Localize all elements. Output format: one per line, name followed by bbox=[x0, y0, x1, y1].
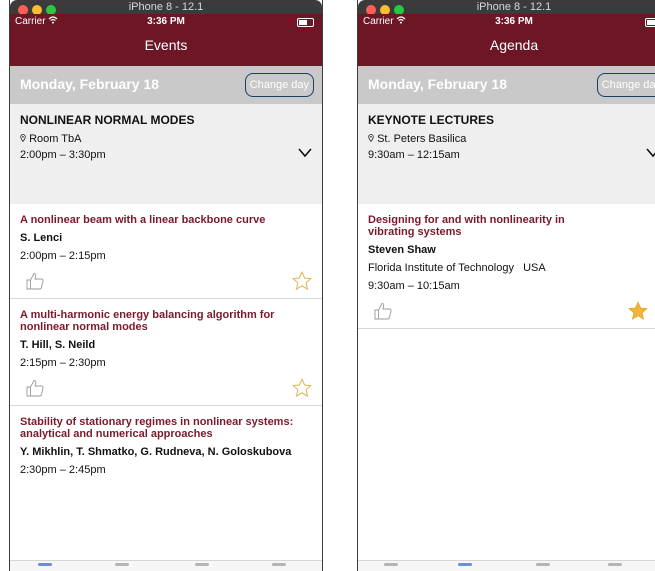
simulator-window-titlebar: iPhone 8 - 12.1 bbox=[10, 0, 322, 15]
status-bar: Carrier 3:36 PM bbox=[10, 14, 322, 30]
tab-item[interactable] bbox=[38, 563, 52, 566]
talk-time: 2:00pm – 2:15pm bbox=[20, 250, 106, 262]
session-room: St. Peters Basilica bbox=[368, 133, 646, 145]
window-title: iPhone 8 - 12.1 bbox=[476, 1, 552, 13]
star-icon[interactable] bbox=[292, 271, 312, 291]
talk-item[interactable]: A multi-harmonic energy balancing algori… bbox=[10, 299, 322, 406]
talk-title: A multi-harmonic energy balancing algori… bbox=[20, 309, 275, 333]
session-title: NONLINEAR NORMAL MODES bbox=[20, 113, 195, 127]
talk-item[interactable]: Stability of stationary regimes in nonli… bbox=[10, 406, 322, 476]
tab-item[interactable] bbox=[384, 563, 398, 566]
current-date: Monday, February 18 bbox=[368, 76, 508, 92]
window-title: iPhone 8 - 12.1 bbox=[128, 1, 204, 13]
session-header[interactable]: NONLINEAR NORMAL MODES Room TbA 2:00pm –… bbox=[10, 104, 322, 204]
session-time: 2:00pm – 3:30pm bbox=[20, 149, 106, 161]
nav-title: Agenda bbox=[358, 30, 655, 66]
talk-time: 2:15pm – 2:30pm bbox=[20, 357, 106, 369]
session-header[interactable]: KEYNOTE LECTURES St. Peters Basilica 9:3… bbox=[358, 104, 655, 204]
session-time: 9:30am – 12:15am bbox=[368, 149, 460, 161]
talk-title: A nonlinear beam with a linear backbone … bbox=[20, 214, 266, 226]
tab-item[interactable] bbox=[608, 563, 622, 566]
location-pin-icon bbox=[368, 134, 374, 143]
star-icon[interactable] bbox=[628, 301, 648, 321]
simulator-window-titlebar: iPhone 8 - 12.1 bbox=[358, 0, 655, 15]
talk-authors: T. Hill, S. Neild bbox=[20, 339, 96, 351]
session-title: KEYNOTE LECTURES bbox=[368, 113, 495, 127]
talk-authors: Y. Mikhlin, T. Shmatko, G. Rudneva, N. G… bbox=[20, 446, 292, 458]
thumbs-up-icon[interactable] bbox=[374, 302, 392, 320]
battery-icon bbox=[645, 18, 655, 27]
current-date: Monday, February 18 bbox=[20, 76, 160, 92]
tab-item[interactable] bbox=[195, 563, 209, 566]
talk-time: 2:30pm – 2:45pm bbox=[20, 464, 106, 476]
talk-authors: Steven Shaw bbox=[368, 244, 436, 256]
chevron-down-icon[interactable] bbox=[646, 148, 655, 158]
status-time: 3:36 PM bbox=[495, 16, 533, 27]
phone-simulator-events: iPhone 8 - 12.1 Carrier 3:36 PM Events M… bbox=[9, 0, 323, 571]
talk-item[interactable]: Designing for and with nonlinearity in v… bbox=[358, 204, 655, 329]
talk-title: Designing for and with nonlinearity in v… bbox=[368, 214, 565, 238]
tab-item[interactable] bbox=[115, 563, 129, 566]
date-header: Monday, February 18 Change day bbox=[10, 66, 322, 104]
change-day-button[interactable]: Change day bbox=[244, 73, 314, 97]
status-time: 3:36 PM bbox=[147, 16, 185, 27]
tab-bar bbox=[358, 560, 655, 571]
battery-icon bbox=[297, 18, 314, 27]
talk-title: Stability of stationary regimes in nonli… bbox=[20, 416, 294, 440]
status-bar: Carrier 3:36 PM bbox=[358, 14, 655, 30]
location-pin-icon bbox=[20, 134, 26, 143]
talk-time: 9:30am – 10:15am bbox=[368, 280, 460, 292]
date-header: Monday, February 18 Change day bbox=[358, 66, 655, 104]
thumbs-up-icon[interactable] bbox=[26, 272, 44, 290]
talk-affiliation: Florida Institute of Technology USA bbox=[368, 262, 546, 274]
talk-item[interactable]: A nonlinear beam with a linear backbone … bbox=[10, 204, 322, 299]
nav-title: Events bbox=[10, 30, 322, 66]
tab-item[interactable] bbox=[272, 563, 286, 566]
tab-bar bbox=[10, 560, 322, 571]
phone-simulator-agenda: iPhone 8 - 12.1 Carrier 3:36 PM Agenda M… bbox=[357, 0, 655, 571]
star-icon[interactable] bbox=[292, 378, 312, 398]
chevron-down-icon[interactable] bbox=[298, 148, 312, 158]
tab-item[interactable] bbox=[458, 563, 472, 566]
session-room: Room TbA bbox=[20, 133, 312, 145]
tab-item[interactable] bbox=[536, 563, 550, 566]
change-day-button[interactable]: Change day bbox=[596, 73, 655, 97]
thumbs-up-icon[interactable] bbox=[26, 379, 44, 397]
talk-authors: S. Lenci bbox=[20, 232, 63, 244]
